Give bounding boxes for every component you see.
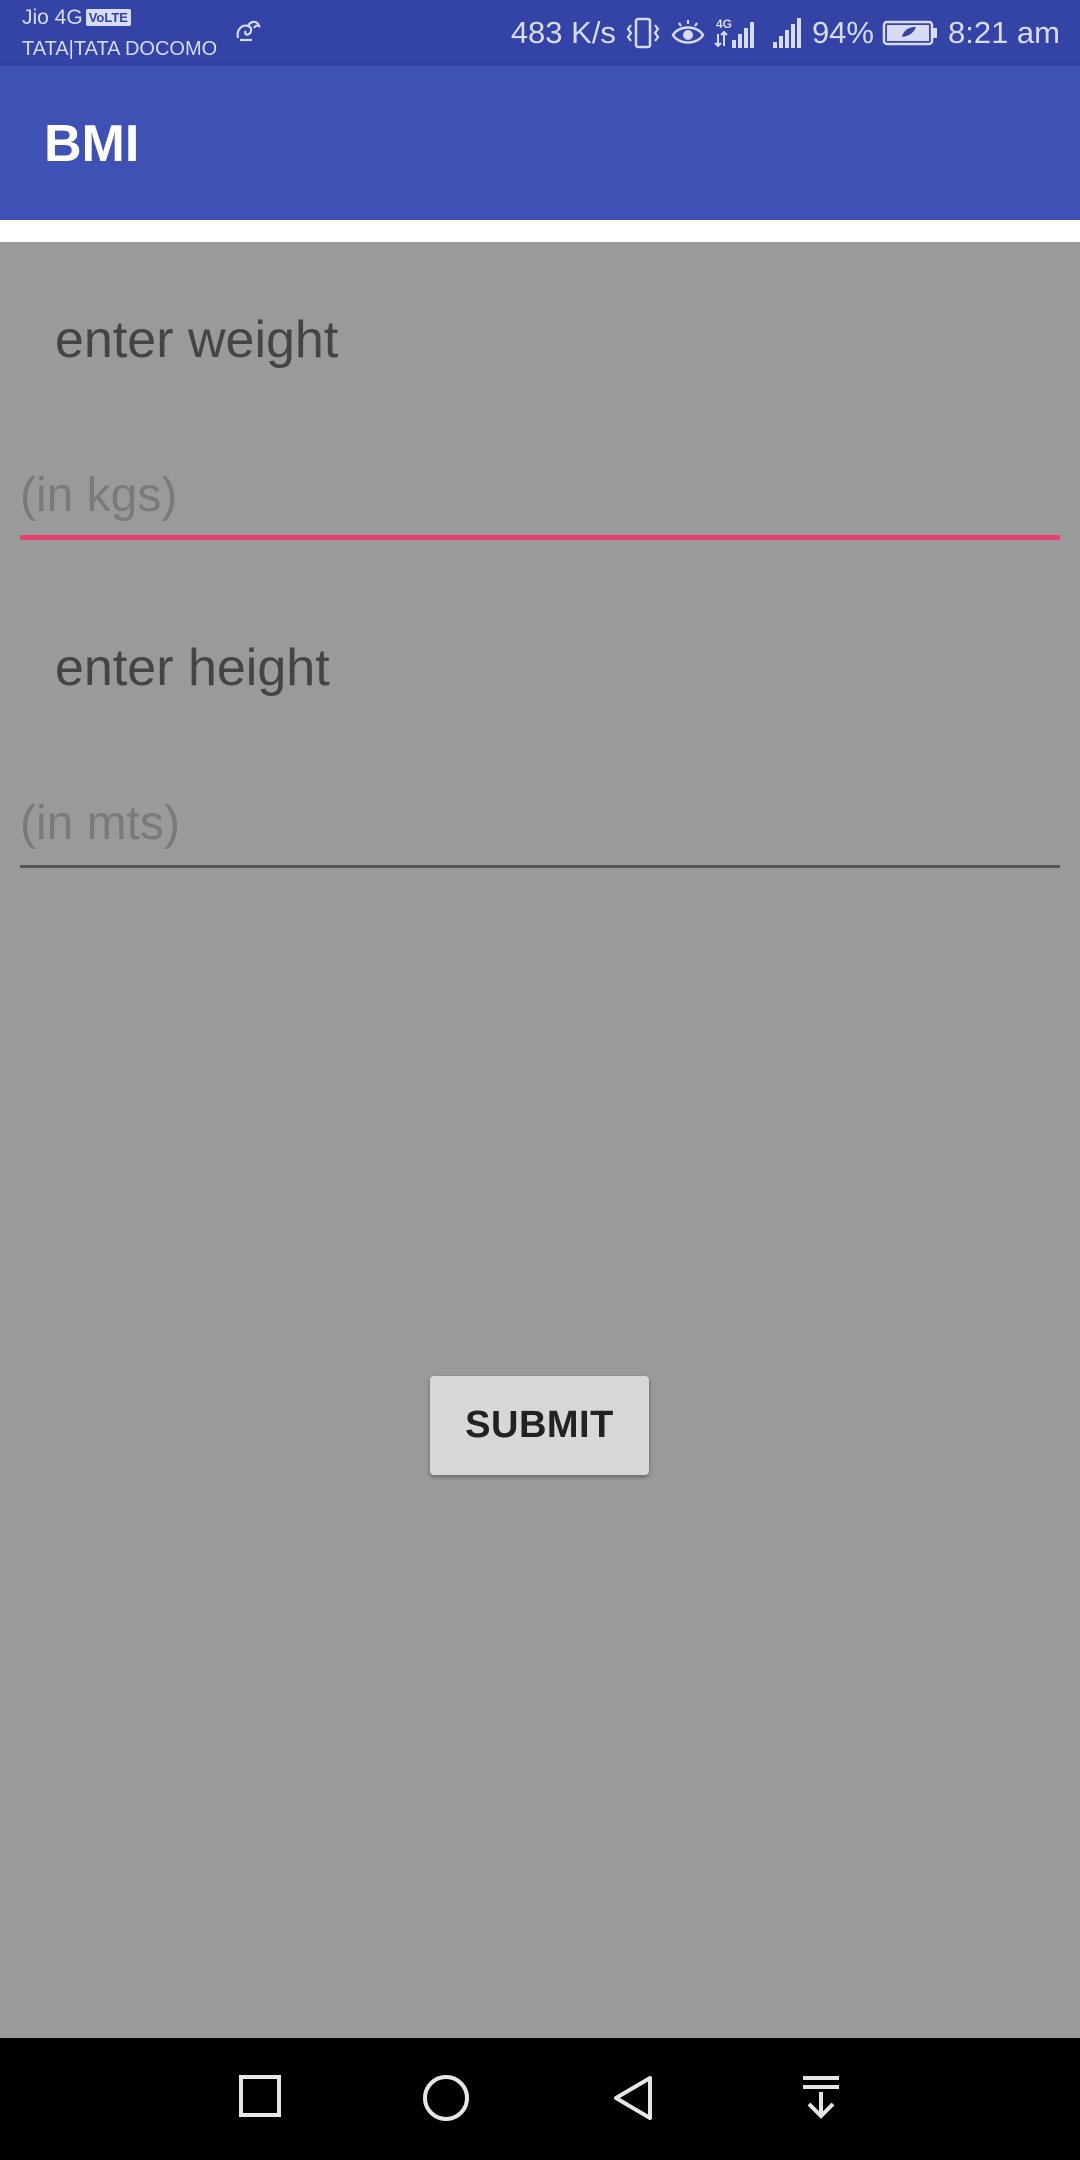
carrier-secondary: TATA|TATA DOCOMO	[22, 38, 218, 60]
weight-placeholder: (in kgs)	[20, 469, 178, 522]
carrier-primary: Jio 4G VoLTE	[22, 6, 131, 30]
carrier-primary-text: Jio 4G	[22, 6, 83, 29]
network-type-label: 4G	[716, 17, 732, 31]
network-speed: 483 K/s	[510, 15, 616, 50]
height-input[interactable]: (in mts)	[20, 788, 1060, 868]
eye-comfort-icon	[670, 18, 706, 48]
submit-button[interactable]: SUBMIT	[430, 1376, 649, 1475]
height-label: enter height	[55, 639, 330, 697]
weight-label: enter weight	[55, 311, 339, 369]
weight-input[interactable]: (in kgs)	[20, 460, 1060, 540]
battery-percent: 94%	[811, 15, 874, 50]
notification-pulldown-icon[interactable]	[800, 2074, 842, 2127]
height-input-underline	[20, 865, 1060, 868]
home-icon[interactable]	[422, 2074, 470, 2127]
signal-4g-icon: 4G	[714, 16, 762, 50]
divider-strip	[0, 220, 1080, 242]
battery-icon	[882, 18, 940, 48]
back-icon[interactable]	[610, 2074, 656, 2127]
recents-icon[interactable]	[238, 2074, 282, 2123]
squirrel-icon	[232, 16, 262, 51]
status-bar: Jio 4G VoLTE TATA|TATA DOCOMO 483 K/s 4G…	[0, 0, 1080, 66]
status-icons: 483 K/s 4G 94% 8:21 am	[511, 10, 1060, 56]
clock: 8:21 am	[947, 15, 1060, 50]
height-placeholder: (in mts)	[20, 797, 180, 850]
weight-input-underline	[20, 535, 1060, 540]
volte-badge: VoLTE	[85, 9, 131, 26]
vibrate-icon	[624, 16, 662, 50]
app-bar: BMI	[0, 66, 1080, 220]
navigation-bar	[0, 2038, 1080, 2160]
bmi-form: enter weight (in kgs) enter height (in m…	[0, 242, 1080, 2038]
app-title: BMI	[44, 115, 140, 173]
signal-strength-icon	[770, 16, 804, 50]
